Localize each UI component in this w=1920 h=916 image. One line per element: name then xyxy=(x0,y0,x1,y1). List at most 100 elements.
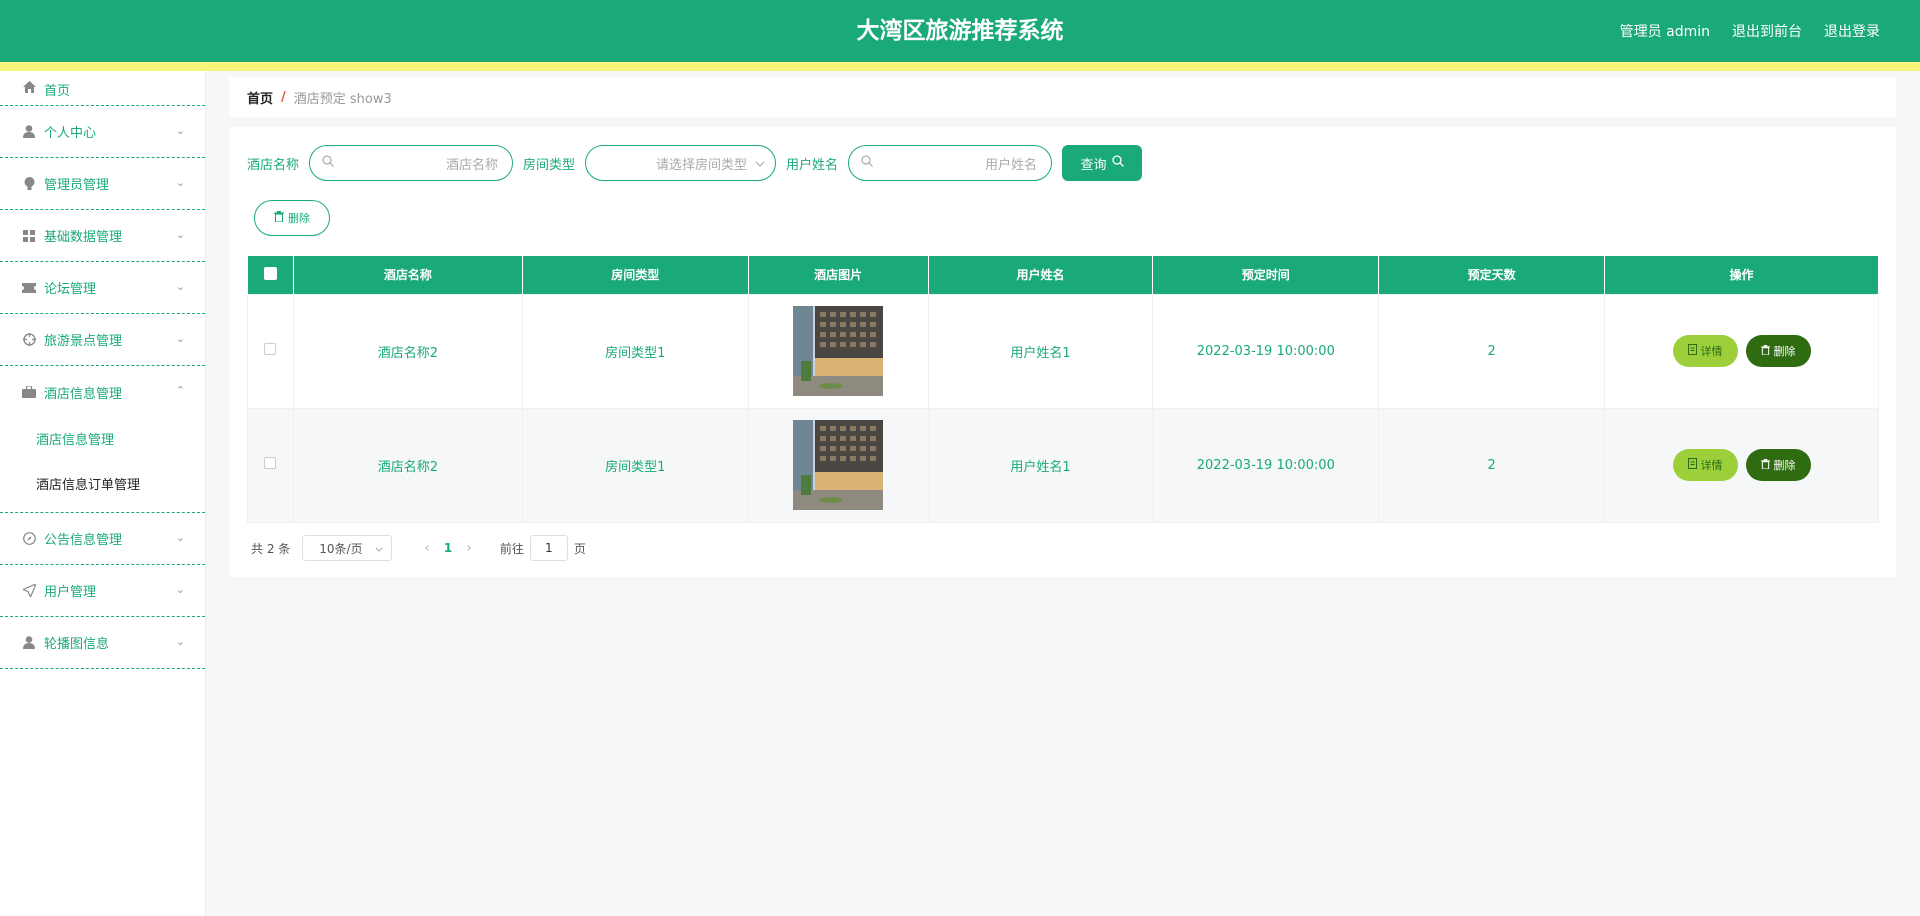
sidebar-item-carousel[interactable]: 轮播图信息 ⌄ xyxy=(0,617,205,669)
prev-page-button[interactable]: ‹ xyxy=(424,540,430,556)
delete-button[interactable]: 删除 xyxy=(1745,449,1811,481)
pagination: 共 2 条 10条/页 ‹ 1 › 前往 1 页 xyxy=(251,535,586,561)
hotel-image-cell xyxy=(747,407,929,523)
room-type-select[interactable]: 请选择房间类型 xyxy=(585,145,777,181)
row-checkbox[interactable] xyxy=(264,343,277,355)
delete-button-label: 删除 xyxy=(1773,345,1796,358)
chevron-down-icon xyxy=(755,156,765,171)
main-panel: 酒店名称 酒店名称 房间类型 请选择房间类型 用户姓名 用户姓名 查询 删除 酒… xyxy=(229,127,1896,577)
grid-icon xyxy=(22,229,36,243)
breadcrumb-home[interactable]: 首页 xyxy=(247,88,273,107)
sidebar-item-label: 管理员管理 xyxy=(44,178,110,193)
hotel-name-placeholder: 酒店名称 xyxy=(446,157,499,173)
column-header[interactable]: 房间类型 xyxy=(522,256,749,294)
user-name-placeholder: 用户姓名 xyxy=(985,157,1038,173)
submenu-item-hotel-orders[interactable]: 酒店信息订单管理 xyxy=(0,463,205,508)
next-page-button[interactable]: › xyxy=(466,540,472,556)
sidebar-item-scenic-spots[interactable]: 旅游景点管理 ⌄ xyxy=(0,314,205,366)
sidebar-item-admin-management[interactable]: 管理员管理 ⌄ xyxy=(0,158,205,210)
hotel-name-cell: 酒店名称2 xyxy=(292,407,523,523)
sidebar-item-announcements[interactable]: 公告信息管理 ⌄ xyxy=(0,513,205,565)
room-type-label: 房间类型 xyxy=(523,157,576,173)
breadcrumb-current: 酒店预定 show3 xyxy=(293,91,392,107)
booking-days-cell: 2 xyxy=(1378,293,1606,409)
sidebar-item-label: 轮播图信息 xyxy=(44,637,110,652)
column-header[interactable]: 预定天数 xyxy=(1378,256,1606,294)
sidebar-item-hotel-info[interactable]: 酒店信息管理 ⌃ xyxy=(0,366,205,418)
query-button-label: 查询 xyxy=(1080,157,1107,173)
header-accent-strip xyxy=(0,62,1920,71)
row-checkbox[interactable] xyxy=(264,457,277,469)
sidebar-item-basic-data[interactable]: 基础数据管理 ⌄ xyxy=(0,210,205,262)
actions-cell: 详情 删除 xyxy=(1604,293,1879,409)
search-icon xyxy=(322,155,334,171)
chevron-down-icon: ⌄ xyxy=(175,175,185,189)
header-links: 管理员 admin 退出到前台 退出登录 xyxy=(1620,0,1880,62)
hotel-name-input[interactable]: 酒店名称 xyxy=(309,145,514,181)
chevron-down-icon xyxy=(375,541,383,555)
room-type-cell: 房间类型1 xyxy=(521,293,749,409)
trash-icon xyxy=(274,211,284,225)
hotel-image-cell xyxy=(747,293,929,409)
target-icon xyxy=(22,333,36,347)
user-name-cell: 用户姓名1 xyxy=(927,293,1154,409)
chevron-down-icon: ⌄ xyxy=(175,123,185,137)
sidebar-item-label: 旅游景点管理 xyxy=(44,334,123,349)
room-type-cell: 房间类型1 xyxy=(521,407,749,523)
row-select-cell xyxy=(247,293,294,409)
sidebar-item-users[interactable]: 用户管理 ⌄ xyxy=(0,565,205,617)
ticket-icon xyxy=(22,281,36,295)
row-select-cell xyxy=(247,407,294,523)
sidebar: 首页 个人中心 ⌄ 管理员管理 ⌄ 基础数据管理 ⌄ 论坛管理 ⌄ 旅游景点管理… xyxy=(0,71,206,916)
column-header[interactable]: 用户姓名 xyxy=(928,256,1154,294)
hotel-image[interactable] xyxy=(793,306,884,396)
sidebar-item-label: 首页 xyxy=(44,84,71,99)
admin-user-label[interactable]: 管理员 admin xyxy=(1620,21,1710,41)
user-name-cell: 用户姓名1 xyxy=(927,407,1154,523)
hotel-name-label: 酒店名称 xyxy=(247,157,300,173)
breadcrumb-separator: / xyxy=(281,89,286,105)
sidebar-item-home[interactable]: 首页 xyxy=(0,71,205,106)
trash-icon xyxy=(1760,344,1770,358)
home-icon xyxy=(22,80,36,94)
sidebar-item-label: 论坛管理 xyxy=(44,282,97,297)
column-header[interactable]: 酒店图片 xyxy=(748,256,929,294)
logout-link[interactable]: 退出登录 xyxy=(1824,21,1880,41)
chevron-up-icon: ⌃ xyxy=(175,384,185,398)
user-icon xyxy=(22,636,36,650)
chevron-down-icon: ⌄ xyxy=(175,227,185,241)
chevron-down-icon: ⌄ xyxy=(175,530,185,544)
document-icon xyxy=(1687,458,1697,472)
sidebar-item-forum[interactable]: 论坛管理 ⌄ xyxy=(0,262,205,314)
page-number-current[interactable]: 1 xyxy=(444,541,452,555)
goto-page-input[interactable]: 1 xyxy=(529,535,568,561)
breadcrumb: 首页 / 酒店预定 show3 xyxy=(229,77,1896,117)
column-header: 操作 xyxy=(1604,256,1879,294)
user-name-label: 用户姓名 xyxy=(786,157,839,173)
trash-icon xyxy=(1760,458,1770,472)
query-button[interactable]: 查询 xyxy=(1062,145,1143,181)
submenu-item-hotel-info[interactable]: 酒店信息管理 xyxy=(0,418,205,463)
detail-button[interactable]: 详情 xyxy=(1672,449,1738,481)
column-header[interactable]: 酒店名称 xyxy=(293,256,523,294)
page-size-select[interactable]: 10条/页 xyxy=(302,535,393,561)
detail-button[interactable]: 详情 xyxy=(1672,335,1738,367)
hotel-image[interactable] xyxy=(793,420,884,510)
booking-time-cell: 2022-03-19 10:00:00 xyxy=(1152,293,1380,409)
sidebar-item-personal-center[interactable]: 个人中心 ⌄ xyxy=(0,106,205,158)
bulk-delete-button[interactable]: 删除 xyxy=(254,200,330,236)
exit-to-front-link[interactable]: 退出到前台 xyxy=(1732,21,1802,41)
search-icon xyxy=(1111,155,1124,171)
column-header[interactable]: 预定时间 xyxy=(1152,256,1380,294)
delete-button[interactable]: 删除 xyxy=(1745,335,1811,367)
actions-cell: 详情 删除 xyxy=(1604,407,1879,523)
filter-row: 酒店名称 酒店名称 房间类型 请选择房间类型 用户姓名 用户姓名 查询 xyxy=(247,145,1143,181)
hotel-submenu: 酒店信息管理 酒店信息订单管理 xyxy=(0,418,205,513)
chevron-down-icon: ⌄ xyxy=(175,279,185,293)
user-name-input[interactable]: 用户姓名 xyxy=(848,145,1053,181)
select-all-checkbox[interactable] xyxy=(263,266,277,280)
search-icon xyxy=(861,155,873,171)
bulb-icon xyxy=(22,177,36,191)
compass-icon xyxy=(22,532,36,546)
sidebar-item-label: 酒店信息管理 xyxy=(44,386,123,402)
